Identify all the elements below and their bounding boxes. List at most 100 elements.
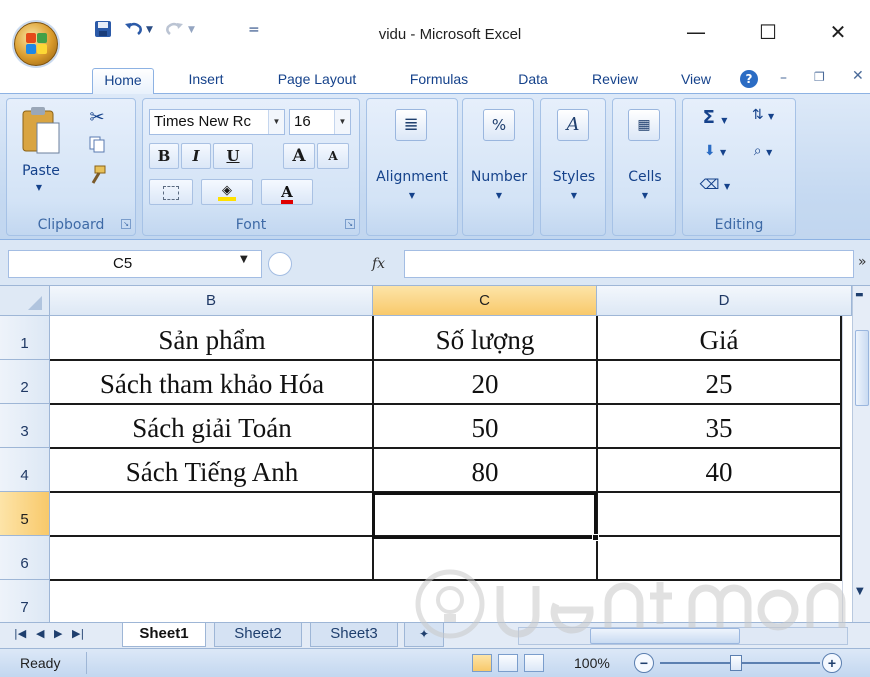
row-header-4[interactable]: 4 bbox=[0, 448, 50, 492]
select-all-button[interactable] bbox=[0, 286, 50, 316]
zoom-out-button[interactable]: − bbox=[634, 653, 654, 673]
shrink-font-button[interactable]: A bbox=[317, 143, 349, 169]
autosum-button[interactable]: Σ ▼ bbox=[695, 107, 735, 128]
tab-home[interactable]: Home bbox=[92, 68, 154, 94]
undo-icon[interactable] bbox=[124, 20, 144, 40]
cell-d4[interactable]: 40 bbox=[598, 452, 840, 492]
bold-button[interactable]: B bbox=[149, 143, 179, 169]
cell-d1[interactable]: Giá bbox=[598, 320, 840, 360]
paste-icon[interactable] bbox=[19, 105, 63, 159]
cells-group[interactable]: ▦ Cells ▼ bbox=[612, 98, 676, 236]
font-name-combo[interactable]: Times New Rc ▼ bbox=[149, 109, 285, 135]
cell-b2[interactable]: Sách tham khảo Hóa bbox=[52, 364, 372, 404]
grow-font-button[interactable]: A bbox=[283, 143, 315, 169]
row-header-3[interactable]: 3 bbox=[0, 404, 50, 448]
worksheet-grid[interactable]: B C D 1 2 3 4 5 6 7 Sản phẩm Số lượng Gi… bbox=[0, 286, 852, 622]
cell-c4[interactable]: 80 bbox=[374, 452, 596, 492]
fill-handle[interactable] bbox=[592, 534, 599, 541]
last-sheet-icon[interactable]: ▶| bbox=[72, 627, 84, 640]
help-icon[interactable]: ? bbox=[740, 70, 758, 88]
tab-page-layout[interactable]: Page Layout bbox=[262, 68, 372, 94]
expand-formula-bar-icon[interactable]: » bbox=[858, 254, 867, 270]
tab-view[interactable]: View bbox=[670, 68, 722, 94]
alignment-button[interactable]: Alignment bbox=[367, 169, 457, 185]
page-layout-view-icon[interactable] bbox=[498, 654, 518, 672]
tab-formulas[interactable]: Formulas bbox=[394, 68, 484, 94]
cut-icon[interactable]: ✂ bbox=[85, 107, 109, 128]
formula-bar-handle[interactable] bbox=[268, 252, 292, 276]
name-box-dropdown-icon[interactable]: ▼ bbox=[240, 254, 248, 265]
page-break-view-icon[interactable] bbox=[524, 654, 544, 672]
font-color-button[interactable]: A bbox=[261, 179, 313, 205]
number-dropdown-icon[interactable]: ▼ bbox=[463, 191, 535, 200]
cells-dropdown-icon[interactable]: ▼ bbox=[613, 191, 677, 200]
font-name-dropdown-icon[interactable]: ▼ bbox=[268, 110, 284, 134]
next-sheet-icon[interactable]: ▶ bbox=[54, 627, 62, 640]
cell-c1[interactable]: Số lượng bbox=[374, 320, 596, 360]
cell-c2[interactable]: 20 bbox=[374, 364, 596, 404]
font-size-combo[interactable]: 16 ▼ bbox=[289, 109, 351, 135]
cell-c3[interactable]: 50 bbox=[374, 408, 596, 448]
styles-group[interactable]: A Styles ▼ bbox=[540, 98, 606, 236]
tab-data[interactable]: Data bbox=[508, 68, 558, 94]
paste-dropdown-icon[interactable]: ▼ bbox=[29, 183, 49, 192]
normal-view-icon[interactable] bbox=[472, 654, 492, 672]
row-header-2[interactable]: 2 bbox=[0, 360, 50, 404]
split-box-icon[interactable]: ▬ bbox=[855, 290, 864, 300]
clear-button[interactable]: ⌫ ▼ bbox=[695, 177, 735, 193]
prev-sheet-icon[interactable]: ◀ bbox=[36, 627, 44, 640]
underline-button[interactable]: U bbox=[213, 143, 253, 169]
paste-button[interactable]: Paste bbox=[15, 163, 67, 179]
font-size-dropdown-icon[interactable]: ▼ bbox=[334, 110, 350, 134]
ribbon-close-icon[interactable]: ✕ bbox=[852, 68, 864, 84]
insert-sheet-icon[interactable]: ✦ bbox=[404, 623, 444, 647]
redo-icon[interactable] bbox=[164, 20, 184, 40]
row-header-1[interactable]: 1 bbox=[0, 316, 50, 360]
redo-dropdown-icon[interactable]: ▼ bbox=[188, 20, 195, 40]
tab-review[interactable]: Review bbox=[580, 68, 650, 94]
find-select-button[interactable]: ⌕ ▼ bbox=[743, 143, 783, 159]
maximize-button[interactable]: ☐ bbox=[748, 18, 788, 46]
column-header-b[interactable]: B bbox=[50, 286, 373, 316]
cell-b1[interactable]: Sản phẩm bbox=[52, 320, 372, 360]
format-painter-icon[interactable] bbox=[85, 165, 109, 189]
sheet-tab-sheet1[interactable]: Sheet1 bbox=[122, 623, 206, 647]
cell-b3[interactable]: Sách giải Toán bbox=[52, 408, 372, 448]
borders-button[interactable] bbox=[149, 179, 193, 205]
active-cell-c5[interactable] bbox=[372, 492, 597, 539]
ribbon-minimize-icon[interactable]: – bbox=[780, 70, 787, 86]
first-sheet-icon[interactable]: |◀ bbox=[14, 627, 26, 640]
column-header-d[interactable]: D bbox=[597, 286, 852, 316]
fill-color-button[interactable]: ◈ bbox=[201, 179, 253, 205]
sort-filter-button[interactable]: ⇅ ▼ bbox=[743, 107, 783, 123]
italic-button[interactable]: I bbox=[181, 143, 211, 169]
scroll-down-icon[interactable]: ▼ bbox=[856, 586, 864, 597]
zoom-slider-thumb[interactable] bbox=[730, 655, 742, 671]
alignment-group[interactable]: ≣ Alignment ▼ bbox=[366, 98, 458, 236]
copy-icon[interactable] bbox=[85, 135, 109, 157]
formula-input[interactable] bbox=[404, 250, 854, 278]
fill-button[interactable]: ⬇ ▼ bbox=[695, 143, 735, 159]
floppy-disk-icon[interactable] bbox=[94, 20, 112, 40]
zoom-level[interactable]: 100% bbox=[574, 655, 610, 671]
name-box[interactable]: C5 bbox=[8, 250, 262, 278]
tab-insert[interactable]: Insert bbox=[176, 68, 236, 94]
sheet-tab-sheet3[interactable]: Sheet3 bbox=[310, 623, 398, 647]
sheet-tab-sheet2[interactable]: Sheet2 bbox=[214, 623, 302, 647]
customize-qat-button[interactable]: = bbox=[248, 20, 260, 40]
horizontal-scroll-thumb[interactable] bbox=[590, 628, 740, 644]
alignment-dropdown-icon[interactable]: ▼ bbox=[367, 191, 457, 200]
row-header-5[interactable]: 5 bbox=[0, 492, 50, 536]
row-header-6[interactable]: 6 bbox=[0, 536, 50, 580]
cell-d3[interactable]: 35 bbox=[598, 408, 840, 448]
cells-button[interactable]: Cells bbox=[613, 169, 677, 185]
clipboard-launcher-icon[interactable]: ↘ bbox=[121, 219, 131, 229]
column-header-c[interactable]: C bbox=[373, 286, 597, 316]
styles-button[interactable]: Styles bbox=[541, 169, 607, 185]
styles-dropdown-icon[interactable]: ▼ bbox=[541, 191, 607, 200]
ribbon-restore-icon[interactable]: ❐ bbox=[814, 70, 825, 84]
number-button[interactable]: Number bbox=[463, 169, 535, 185]
cell-d2[interactable]: 25 bbox=[598, 364, 840, 404]
minimize-button[interactable]: — bbox=[676, 18, 716, 46]
office-button[interactable] bbox=[14, 22, 58, 66]
